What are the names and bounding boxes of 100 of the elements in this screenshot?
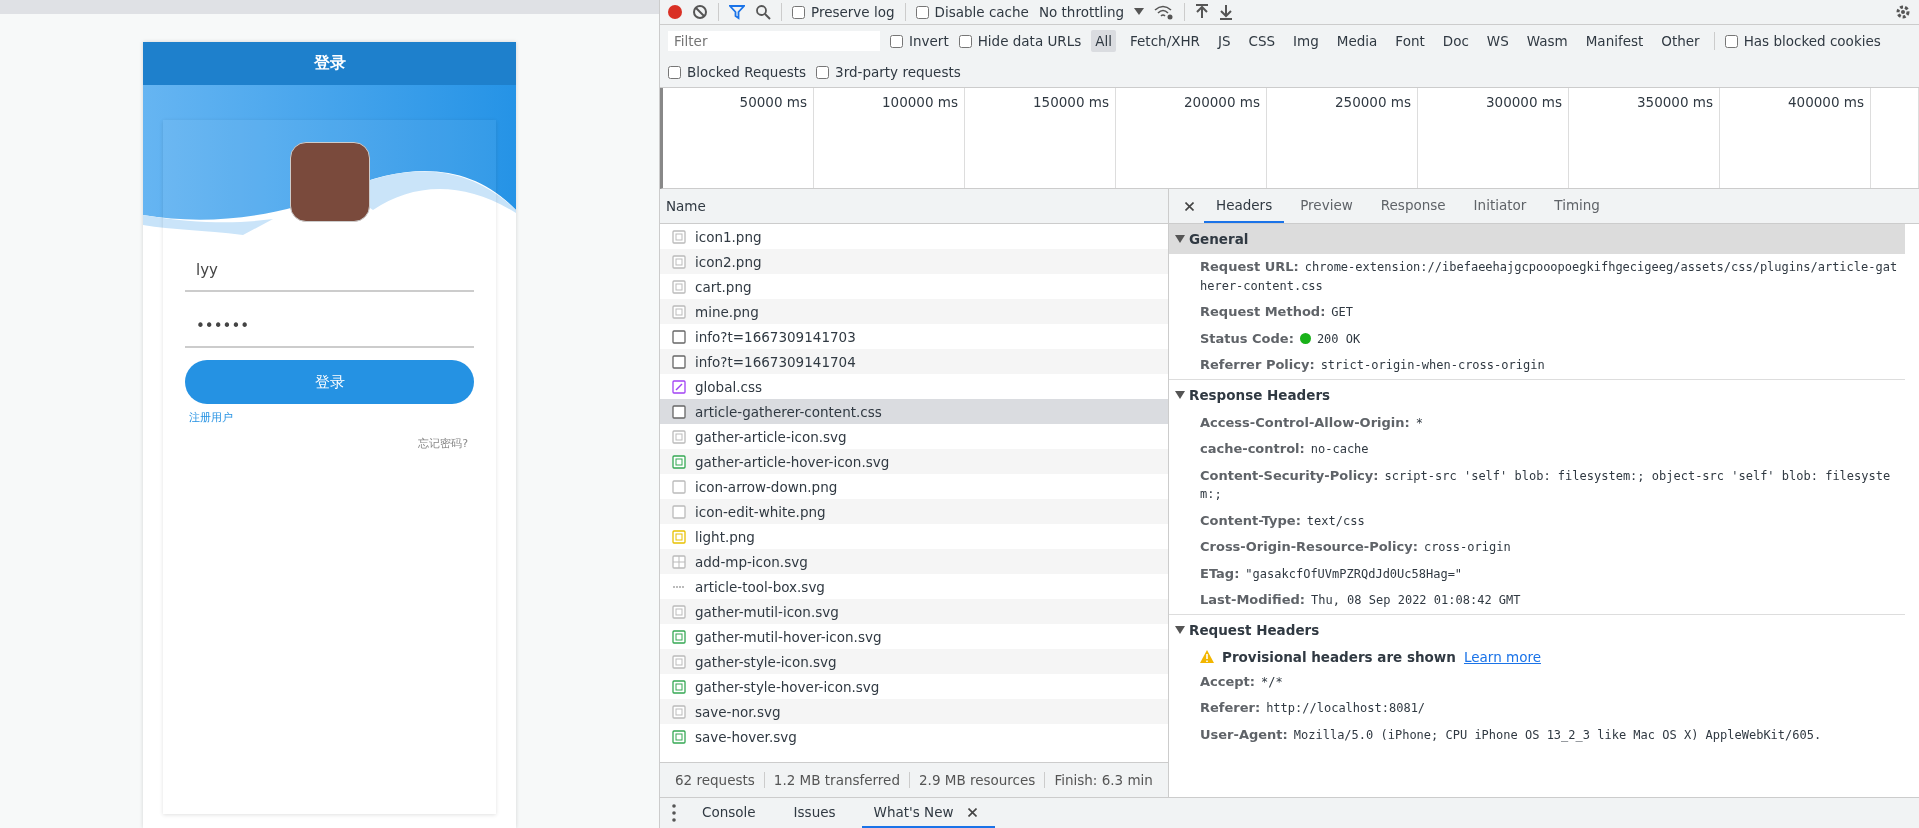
close-icon[interactable] xyxy=(1185,201,1194,211)
page-title: 登录 xyxy=(143,42,516,85)
request-row[interactable]: info?t=1667309141704 xyxy=(660,349,1168,374)
type-filter-tab[interactable]: Doc xyxy=(1438,30,1473,52)
detail-tab[interactable]: Preview xyxy=(1288,189,1365,223)
request-row[interactable]: icon2.png xyxy=(660,249,1168,274)
file-icon xyxy=(672,329,686,344)
file-icon xyxy=(672,404,686,419)
column-header[interactable]: Name xyxy=(666,198,706,214)
checkbox-label[interactable]: Has blocked cookies xyxy=(1724,33,1881,49)
checkbox[interactable] xyxy=(958,34,972,48)
checkbox[interactable] xyxy=(668,65,681,79)
timeline-tick-label: 350000 ms xyxy=(1637,94,1713,110)
wifi-gear-icon[interactable] xyxy=(1154,4,1175,20)
username-field[interactable]: lyy xyxy=(185,250,474,292)
register-link[interactable]: 注册用户 xyxy=(185,410,233,425)
header-entry: User-Agent: Mozilla/5.0 (iPhone; CPU iPhone OS 13_2_3 like Mac OS X) AppleWebKit/605. xyxy=(1199,725,1823,744)
header-entry: Referer: http://localhost:8081/ xyxy=(1199,699,1427,717)
checkbox-label[interactable]: Preserve log xyxy=(792,4,895,20)
summary-text: 62 requests xyxy=(666,772,765,788)
file-icon xyxy=(672,354,686,369)
type-filter-tab[interactable]: Font xyxy=(1391,30,1429,52)
timeline-tick-label: 400000 ms xyxy=(1788,94,1864,110)
upload-icon[interactable] xyxy=(1195,4,1210,20)
header-entry: Accept: */* xyxy=(1199,672,1284,691)
request-row[interactable]: article-gatherer-content.css xyxy=(660,399,1168,424)
checkbox-label[interactable]: Invert xyxy=(890,33,949,49)
detail-tab[interactable]: Initiator xyxy=(1461,189,1539,223)
download-icon[interactable] xyxy=(1219,4,1234,20)
file-icon xyxy=(672,429,686,444)
section-header[interactable]: Request Headers xyxy=(1169,613,1905,645)
timeline-tick-label: 100000 ms xyxy=(882,94,958,110)
timeline-tick-label: 200000 ms xyxy=(1184,94,1260,110)
header-entry: Content-Type: text/css xyxy=(1199,511,1366,530)
forgot-password-link[interactable]: 忘记密码? xyxy=(418,436,474,451)
checkbox-label[interactable]: Hide data URLs xyxy=(958,33,1082,49)
section-header[interactable]: Response Headers xyxy=(1169,378,1905,410)
throttling-select[interactable]: No throttling xyxy=(1038,4,1125,20)
request-row[interactable]: save-nor.svg xyxy=(660,699,1168,724)
file-icon xyxy=(672,504,686,519)
type-filter-tab[interactable]: All xyxy=(1091,30,1117,52)
type-filter-tab[interactable]: WS xyxy=(1482,30,1513,52)
checkbox[interactable] xyxy=(1724,34,1738,48)
request-row[interactable]: mine.png xyxy=(660,299,1168,324)
warning-text: Provisional headers are shown xyxy=(1222,648,1456,665)
type-filter-tab[interactable]: Media xyxy=(1332,30,1382,52)
checkbox-label[interactable]: 3rd-party requests xyxy=(816,64,961,80)
request-row[interactable]: add-mp-icon.svg xyxy=(660,549,1168,574)
type-filter-tab[interactable]: Fetch/XHR xyxy=(1126,30,1204,52)
file-icon xyxy=(672,254,686,269)
summary-text: 1.2 MB transferred xyxy=(764,772,910,788)
file-icon xyxy=(672,704,686,719)
header-entry: Status Code: 200 OK xyxy=(1199,329,1362,348)
filter-field[interactable]: Filter xyxy=(668,31,880,51)
drawer-tab[interactable]: Console xyxy=(690,798,768,828)
file-icon xyxy=(672,304,686,319)
checkbox-label[interactable]: Blocked Requests xyxy=(668,64,807,80)
password-field[interactable]: •••••• xyxy=(185,306,474,348)
record-icon[interactable] xyxy=(668,5,682,19)
type-filter-tab[interactable]: JS xyxy=(1213,30,1235,52)
triangle-icon xyxy=(1175,235,1185,243)
header-entry: Request Method: GET xyxy=(1199,303,1355,321)
request-row[interactable]: gather-style-icon.svg xyxy=(660,649,1168,674)
file-icon xyxy=(672,229,686,244)
type-filter-tab[interactable]: Wasm xyxy=(1522,30,1572,52)
timeline-tick-label: 250000 ms xyxy=(1335,94,1411,110)
file-icon xyxy=(672,629,686,644)
header-entry: Last-Modified: Thu, 08 Sep 2022 01:08:42 GMT xyxy=(1199,591,1522,609)
timeline-tick-label: 300000 ms xyxy=(1486,94,1562,110)
close-icon[interactable] xyxy=(967,807,977,817)
checkbox-label[interactable]: Disable cache xyxy=(915,4,1029,20)
filter-icon[interactable] xyxy=(729,4,745,20)
search-icon[interactable] xyxy=(755,4,771,20)
request-row[interactable]: gather-mutil-icon.svg xyxy=(660,599,1168,624)
type-filter-tab[interactable]: Other xyxy=(1657,30,1704,52)
type-filter-tab[interactable]: Img xyxy=(1289,30,1323,52)
checkbox[interactable] xyxy=(816,65,830,79)
file-icon xyxy=(672,729,686,744)
checkbox[interactable] xyxy=(915,5,929,19)
clear-icon[interactable] xyxy=(692,4,708,20)
request-row[interactable]: icon-edit-white.png xyxy=(660,499,1168,524)
detail-tab[interactable]: Timing xyxy=(1542,189,1612,223)
header-entry: cache-control: no-cache xyxy=(1199,440,1370,458)
drawer-tab[interactable]: Issues xyxy=(781,798,848,828)
caret-icon[interactable] xyxy=(1134,8,1145,16)
request-row[interactable]: gather-article-hover-icon.svg xyxy=(660,449,1168,474)
warning-icon xyxy=(1200,650,1214,663)
detail-tab[interactable]: Response xyxy=(1368,189,1458,223)
checkbox[interactable] xyxy=(890,34,903,48)
type-filter-tab[interactable]: CSS xyxy=(1244,30,1280,52)
header-entry: Referrer Policy: strict-origin-when-cross-origin xyxy=(1199,356,1546,374)
learn-more-link[interactable]: Learn more xyxy=(1463,648,1541,665)
section-header[interactable]: General xyxy=(1169,224,1905,254)
type-filter-tab[interactable]: Manifest xyxy=(1581,30,1648,52)
drawer-tab[interactable]: What's New xyxy=(861,798,995,828)
settings-icon[interactable] xyxy=(1895,4,1911,20)
triangle-icon xyxy=(1175,625,1185,634)
file-icon xyxy=(672,604,686,619)
file-icon xyxy=(672,479,686,494)
checkbox[interactable] xyxy=(792,5,805,19)
